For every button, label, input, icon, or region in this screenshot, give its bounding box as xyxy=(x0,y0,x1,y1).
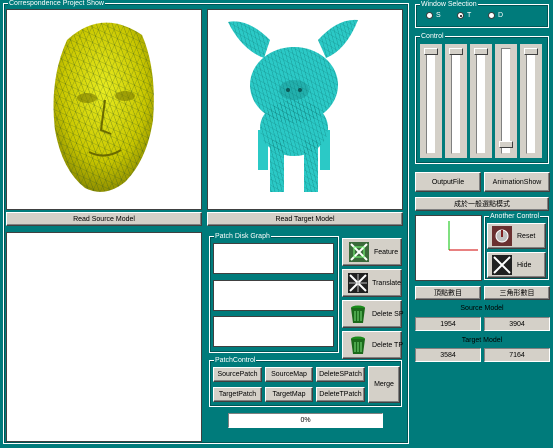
radio-t[interactable]: T xyxy=(457,12,471,19)
read-source-model-button[interactable]: Read Source Model xyxy=(6,212,202,226)
correspondence-group-title: Correspondence Project Show xyxy=(8,0,105,8)
hide-button[interactable]: Hide xyxy=(487,252,546,278)
merge-button[interactable]: Merge xyxy=(368,366,400,403)
radio-s[interactable]: S xyxy=(426,12,441,19)
vertex-count-header: 頂點數目 xyxy=(415,286,481,300)
patch-view-canvas[interactable] xyxy=(6,232,202,442)
patch-disk-graph-title: Patch Disk Graph xyxy=(214,232,271,241)
radio-d-label: D xyxy=(498,12,504,19)
read-target-model-button[interactable]: Read Target Model xyxy=(207,212,403,226)
feature-icon xyxy=(347,240,371,264)
source-model-view[interactable] xyxy=(6,9,202,210)
feature-button-label: Feature xyxy=(374,248,399,256)
delete-sp-button-label: Delete SP xyxy=(372,310,404,318)
reset-button[interactable]: Reset xyxy=(487,223,546,249)
delete-tp-button-label: Delete TP xyxy=(372,341,403,349)
patch-disk-graph-2 xyxy=(213,280,334,311)
translate-button[interactable]: Translate xyxy=(342,269,402,297)
radio-t-label: T xyxy=(467,12,472,19)
progress-bar: 0% xyxy=(228,413,383,428)
animation-show-button[interactable]: AnimationShow xyxy=(484,172,550,192)
translate-button-label: Translate xyxy=(372,279,401,287)
control-slider-track xyxy=(501,48,511,154)
hide-button-label: Hide xyxy=(517,261,532,269)
face-mesh-image xyxy=(53,22,154,192)
trash-icon xyxy=(347,302,369,326)
delete-sp-button[interactable]: Delete SP xyxy=(342,300,404,328)
source-map-button[interactable]: SourceMap xyxy=(265,367,313,382)
patch-control-title: PatchControl xyxy=(214,356,257,365)
radio-s-label: S xyxy=(436,12,441,19)
output-file-button[interactable]: OutputFile xyxy=(415,172,481,192)
control-slider-track xyxy=(451,48,461,154)
pig-mesh-image xyxy=(228,19,358,192)
patch-disk-graph-1 xyxy=(213,243,334,274)
source-model-label: Source Model xyxy=(460,305,504,312)
axis-preview xyxy=(415,215,482,281)
reset-button-label: Reset xyxy=(517,232,536,240)
selection-mode-button[interactable]: 成於一般選點模式 xyxy=(415,197,549,211)
axis-preview-graphic xyxy=(448,221,478,251)
source-vertex-count: 1954 xyxy=(415,317,481,331)
radio-d[interactable]: D xyxy=(488,12,503,19)
source-patch-button[interactable]: SourcePatch xyxy=(213,367,262,382)
target-patch-button[interactable]: TargetPatch xyxy=(213,387,262,402)
radio-s-dot xyxy=(426,12,433,19)
control-slider-track xyxy=(476,48,486,154)
control-title: Control xyxy=(420,32,445,41)
progress-label: 0% xyxy=(300,417,311,424)
another-control-title: Another Control xyxy=(489,212,541,221)
hide-icon xyxy=(490,253,514,277)
source-triangle-count: 3904 xyxy=(484,317,550,331)
control-slider-track xyxy=(526,48,536,154)
target-model-label: Target Model xyxy=(461,337,503,344)
control-slider-thumb[interactable] xyxy=(449,48,463,55)
target-triangle-count: 7164 xyxy=(484,348,550,362)
target-vertex-count: 3584 xyxy=(415,348,481,362)
translate-icon xyxy=(347,271,369,295)
window-selection-title: Window Selection xyxy=(420,0,478,9)
radio-t-dot xyxy=(457,12,464,19)
triangle-count-header: 三角形數目 xyxy=(484,286,550,300)
control-slider-thumb[interactable] xyxy=(524,48,538,55)
delete-tp-button[interactable]: Delete TP xyxy=(342,331,403,359)
control-slider-thumb[interactable] xyxy=(499,141,513,149)
radio-d-dot xyxy=(488,12,495,19)
trash-icon xyxy=(347,333,369,357)
target-map-button[interactable]: TargetMap xyxy=(265,387,313,402)
delete-t-patch-button[interactable]: DeleteTPatch xyxy=(316,387,365,402)
reset-icon xyxy=(490,224,514,248)
control-slider-track xyxy=(426,48,436,154)
control-slider-thumb[interactable] xyxy=(424,48,438,55)
feature-button[interactable]: Feature xyxy=(342,238,402,266)
delete-s-patch-button[interactable]: DeleteSPatch xyxy=(316,367,365,382)
control-slider-thumb[interactable] xyxy=(474,48,488,55)
patch-disk-graph-3 xyxy=(213,316,334,347)
target-model-view[interactable] xyxy=(207,9,403,210)
